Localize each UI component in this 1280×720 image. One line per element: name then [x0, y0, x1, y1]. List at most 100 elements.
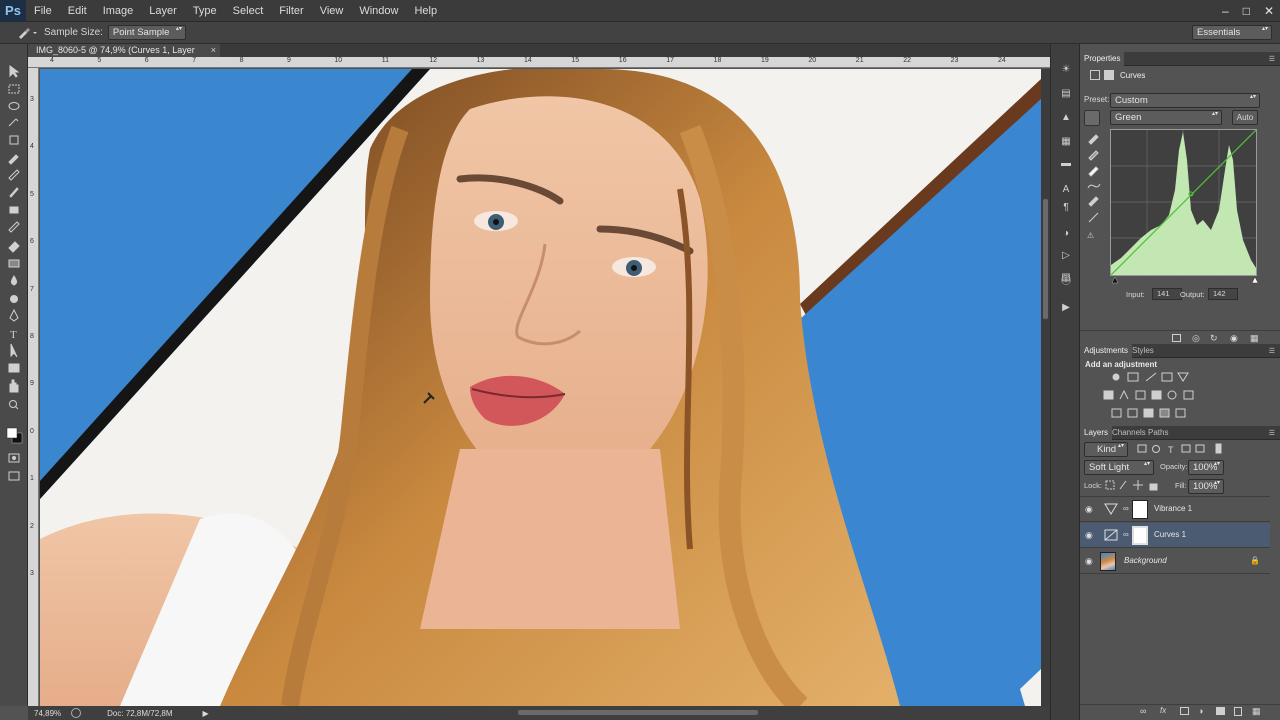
new-group-icon[interactable] — [1216, 707, 1225, 715]
delete-icon[interactable]: ▦ — [1250, 333, 1259, 344]
clone-stamp-tool-icon[interactable] — [9, 206, 19, 214]
brush-tool-icon[interactable] — [9, 187, 19, 198]
sample-black-point-icon[interactable] — [1088, 134, 1099, 145]
gradient-tool-icon[interactable] — [8, 259, 20, 268]
mask-link-icon[interactable]: ∞ — [1123, 504, 1129, 513]
screen-mode-icon[interactable] — [8, 471, 20, 481]
new-adjustment-icon[interactable]: ◑ — [1198, 706, 1203, 716]
menu-type[interactable]: Type — [185, 0, 225, 22]
dodge-tool-icon[interactable] — [10, 295, 18, 303]
marquee-tool-icon[interactable] — [8, 84, 20, 94]
minimize-button[interactable]: – — [1222, 4, 1229, 18]
filter-smart-object-icon[interactable] — [1195, 444, 1205, 453]
curves-graph[interactable] — [1110, 129, 1257, 276]
lock-image-icon[interactable] — [1119, 480, 1127, 490]
layer-name[interactable]: Background — [1124, 556, 1167, 565]
eye-icon[interactable]: ◉ — [1085, 556, 1095, 566]
filter-shape-icon[interactable] — [1181, 444, 1191, 453]
sample-gray-point-icon[interactable] — [1088, 150, 1099, 161]
type-tool-icon[interactable]: T — [10, 329, 17, 341]
mask-link-icon[interactable]: ∞ — [1123, 530, 1129, 539]
delete-layer-icon[interactable]: ▦ — [1252, 706, 1261, 717]
filter-pixel-icon[interactable] — [1137, 444, 1147, 453]
clone-source-icon[interactable]: ◑ — [1060, 228, 1072, 240]
close-button[interactable]: ✕ — [1264, 4, 1274, 18]
panel-menu-icon[interactable]: ☰ — [1269, 429, 1275, 437]
vertical-scrollbar[interactable] — [1041, 69, 1050, 706]
edit-points-icon[interactable] — [1087, 183, 1101, 189]
history-brush-tool-icon[interactable] — [8, 221, 20, 233]
zoom-tool-icon[interactable] — [9, 400, 17, 408]
document-canvas[interactable] — [40, 69, 1041, 706]
horizontal-scroll-thumb[interactable] — [518, 710, 758, 715]
add-mask-icon[interactable] — [1180, 707, 1189, 715]
levels-icon[interactable] — [1127, 372, 1139, 382]
panel-menu-icon[interactable]: ☰ — [1269, 347, 1275, 355]
vertical-scroll-thumb[interactable] — [1043, 199, 1048, 319]
clipping-warning-icon[interactable]: ⚠ — [1087, 231, 1094, 240]
hue-saturation-icon[interactable] — [1103, 390, 1114, 400]
eyedropper-tool-icon[interactable] — [8, 154, 19, 165]
channel-mixer-icon[interactable] — [1167, 390, 1177, 400]
brightness-contrast-icon[interactable] — [1112, 373, 1120, 381]
layer-row[interactable]: ◉ Background 🔒 — [1080, 549, 1270, 574]
filter-type-icon[interactable]: T — [1168, 445, 1174, 455]
sample-white-point-icon[interactable] — [1088, 166, 1099, 177]
sample-size-select[interactable]: Point Sample — [107, 25, 186, 40]
blur-tool-icon[interactable] — [10, 275, 18, 286]
tab-properties[interactable]: Properties — [1080, 52, 1125, 66]
crop-tool-icon[interactable] — [9, 135, 19, 145]
posterize-icon[interactable] — [1127, 408, 1138, 418]
clip-to-layer-icon[interactable] — [1172, 334, 1181, 342]
character-icon[interactable]: A — [1060, 184, 1072, 196]
input-field[interactable]: 141 — [1152, 288, 1182, 300]
vibrance-icon[interactable] — [1177, 372, 1189, 382]
layer-style-icon[interactable]: fx — [1160, 706, 1166, 715]
histogram-icon[interactable]: ▲ — [1060, 112, 1072, 124]
eye-icon[interactable]: ◉ — [1085, 530, 1095, 540]
color-lookup-icon[interactable] — [1183, 390, 1194, 400]
tab-adjustments[interactable]: Adjustments — [1080, 344, 1133, 358]
black-point-slider[interactable] — [1111, 276, 1119, 284]
eyedropper-tool-preset-icon[interactable] — [16, 26, 38, 40]
tool-presets-icon[interactable]: ▷ — [1060, 250, 1072, 262]
visibility-icon[interactable]: ◉ — [1230, 333, 1238, 344]
opacity-field[interactable]: 100% — [1188, 460, 1224, 475]
black-white-icon[interactable] — [1135, 390, 1146, 400]
hand-tool-icon[interactable] — [9, 379, 19, 393]
menu-layer[interactable]: Layer — [141, 0, 185, 22]
view-previous-state-icon[interactable]: ◎ — [1192, 333, 1200, 344]
color-balance-icon[interactable] — [1119, 389, 1129, 400]
preset-select[interactable]: Custom — [1110, 93, 1260, 108]
menu-view[interactable]: View — [312, 0, 352, 22]
smooth-curve-icon[interactable] — [1088, 212, 1099, 223]
curves-icon[interactable] — [1145, 372, 1157, 382]
exposure-icon[interactable] — [1161, 372, 1173, 382]
white-point-slider[interactable] — [1251, 276, 1259, 284]
invert-icon[interactable] — [1111, 408, 1122, 418]
layer-mask-icon[interactable] — [1104, 70, 1114, 80]
layer-name[interactable]: Curves 1 — [1154, 530, 1186, 539]
foreground-color-swatch[interactable] — [6, 427, 18, 439]
layer-filter-select[interactable]: Kind — [1084, 442, 1128, 457]
auto-button[interactable]: Auto — [1232, 110, 1258, 125]
workspace-select[interactable]: Essentials — [1192, 25, 1272, 40]
layer-mask-thumbnail[interactable] — [1132, 526, 1148, 545]
output-field[interactable]: 142 — [1208, 288, 1238, 300]
eraser-tool-icon[interactable] — [8, 241, 20, 253]
draw-curve-icon[interactable] — [1088, 196, 1099, 207]
fill-field[interactable]: 100% — [1188, 479, 1224, 494]
menu-window[interactable]: Window — [351, 0, 406, 22]
channel-select[interactable]: Green — [1110, 110, 1222, 125]
filter-toggle-icon[interactable] — [1215, 443, 1222, 454]
selective-color-icon[interactable] — [1175, 408, 1186, 418]
layer-name[interactable]: Vibrance 1 — [1154, 504, 1192, 513]
document-tab-close-icon[interactable]: × — [211, 44, 216, 57]
lock-position-icon[interactable] — [1133, 480, 1143, 490]
menu-help[interactable]: Help — [406, 0, 445, 22]
menu-edit[interactable]: Edit — [60, 0, 95, 22]
quick-selection-tool-icon[interactable] — [8, 118, 19, 127]
layer-thumbnail[interactable] — [1100, 552, 1116, 571]
actions-icon[interactable]: ▶ — [1060, 302, 1072, 314]
layer-row[interactable]: ◉ ∞ Vibrance 1 — [1080, 497, 1270, 522]
